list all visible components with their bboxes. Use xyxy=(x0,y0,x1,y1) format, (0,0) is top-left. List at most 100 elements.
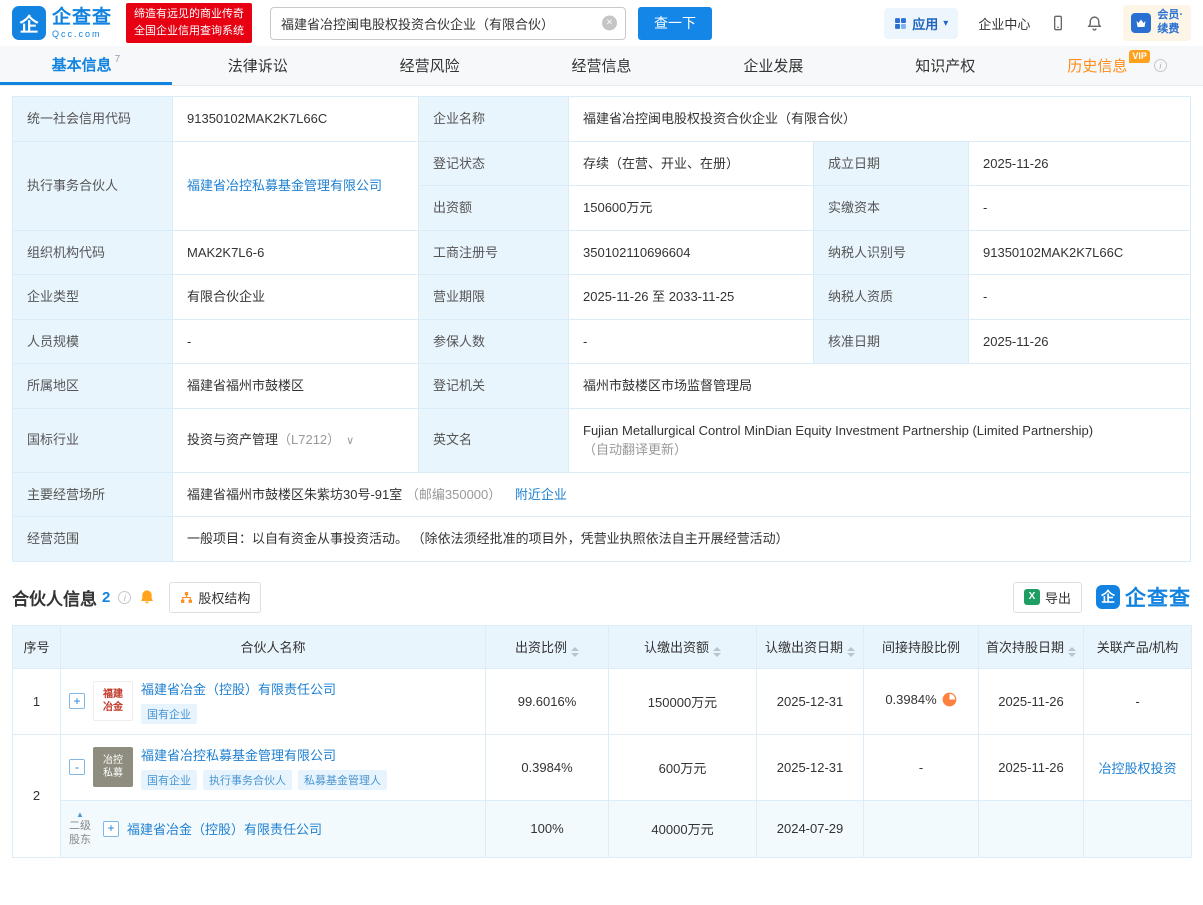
label-insured-count: 参保人数 xyxy=(419,319,569,364)
subrow-ratio: 100% xyxy=(486,800,609,858)
vip-crown-icon xyxy=(1131,13,1151,33)
partner-2-logo-line2: 私募 xyxy=(103,767,123,780)
label-approval-date: 核准日期 xyxy=(814,319,969,364)
clear-search-icon[interactable]: × xyxy=(602,16,617,31)
qcc-watermark-text: 企查查 xyxy=(1125,582,1191,612)
executive-partner-link[interactable]: 福建省冶控私募基金管理有限公司 xyxy=(187,178,382,193)
sort-icon[interactable] xyxy=(1068,647,1076,657)
search-input[interactable] xyxy=(270,7,626,40)
collapse-row-button[interactable]: - xyxy=(69,759,85,775)
excel-icon: X xyxy=(1024,589,1040,605)
tab-basic-info[interactable]: 基本信息 7 xyxy=(0,46,172,85)
related-product-link[interactable]: 冶控股权投资 xyxy=(1098,761,1176,776)
apps-menu-label: 应用 xyxy=(912,14,938,33)
tab-business-info-label: 经营信息 xyxy=(572,55,632,76)
value-taxpayer-id: 91350102MAK2K7L66C xyxy=(969,230,1191,275)
partner-2-product: 冶控股权投资 xyxy=(1084,734,1192,800)
org-chart-icon xyxy=(180,591,193,604)
partner-1-product: - xyxy=(1084,668,1192,734)
value-region: 福建省福州市鼓楼区 xyxy=(173,364,419,409)
value-staff-size: - xyxy=(173,319,419,364)
col-subscribed-amount-label: 认缴出资额 xyxy=(644,640,709,655)
collapse-arrow-icon: ▲ xyxy=(76,811,84,819)
tag-fund-manager: 私募基金管理人 xyxy=(298,770,387,790)
nearby-companies-link[interactable]: 附近企业 xyxy=(515,487,567,502)
partner-1-name-link[interactable]: 福建省冶金（控股）有限责任公司 xyxy=(141,679,336,698)
value-industry: 投资与资产管理（L7212）∨ xyxy=(173,408,419,472)
value-credit-code: 91350102MAK2K7L66C xyxy=(173,97,419,142)
equity-penetration-icon[interactable] xyxy=(942,692,957,710)
tab-intellectual-property[interactable]: 知识产权 xyxy=(859,46,1031,85)
apps-menu[interactable]: 应用 ▾ xyxy=(884,8,958,39)
top-header: 企 企查查 Qcc.com 缔造有远见的商业传奇 全国企业信用查询系统 × 查一… xyxy=(0,0,1203,46)
apps-grid-icon xyxy=(894,17,907,30)
tab-company-development[interactable]: 企业发展 xyxy=(687,46,859,85)
value-capital: 150600万元 xyxy=(569,186,814,231)
enterprise-center-link[interactable]: 企业中心 xyxy=(978,14,1030,33)
qcc-logo-cn: 企查查 xyxy=(52,8,112,27)
value-business-term: 2025-11-26 至 2033-11-25 xyxy=(569,275,814,320)
col-subscribe-date[interactable]: 认缴出资日期 xyxy=(757,625,864,668)
vip-renew-button[interactable]: 会员· 续费 xyxy=(1123,5,1191,41)
partner-2-first-date: 2025-11-26 xyxy=(979,734,1084,800)
expand-subrow-button[interactable]: + xyxy=(103,821,119,837)
value-org-code: MAK2K7L6-6 xyxy=(173,230,419,275)
sort-icon[interactable] xyxy=(713,647,721,657)
equity-structure-button[interactable]: 股权结构 xyxy=(169,582,261,613)
subrow-shareholder-link[interactable]: 福建省冶金（控股）有限责任公司 xyxy=(127,819,322,838)
tab-history-info[interactable]: 历史信息 VIP i xyxy=(1031,46,1203,85)
label-region: 所属地区 xyxy=(13,364,173,409)
collapse-second-level-control[interactable]: ▲ 二级 股东 xyxy=(69,811,91,848)
partners-alert-bell-icon[interactable] xyxy=(139,589,155,605)
sort-icon[interactable] xyxy=(571,647,579,657)
sort-icon[interactable] xyxy=(847,647,855,657)
notification-bell-icon[interactable] xyxy=(1086,15,1103,32)
search-area: × 查一下 xyxy=(270,7,712,40)
qcc-logo-icon: 企 xyxy=(12,6,46,40)
tag-state-owned: 国有企业 xyxy=(141,770,197,790)
section-tabs: 基本信息 7 法律诉讼 经营风险 经营信息 企业发展 知识产权 历史信息 VIP… xyxy=(0,46,1203,86)
value-english-name: Fujian Metallurgical Control MinDian Equ… xyxy=(569,408,1191,472)
partners-info-icon[interactable]: i xyxy=(118,591,131,604)
tab-legal-litigation[interactable]: 法律诉讼 xyxy=(172,46,344,85)
partners-header-right: X 导出 企 企查查 xyxy=(1013,582,1191,613)
export-button[interactable]: X 导出 xyxy=(1013,582,1082,613)
slogan-line-1: 缔造有远见的商业传奇 xyxy=(134,6,244,23)
col-seq: 序号 xyxy=(13,625,61,668)
value-registration-number: 350102110696604 xyxy=(569,230,814,275)
search-button[interactable]: 查一下 xyxy=(638,7,712,40)
qcc-watermark-icon: 企 xyxy=(1096,585,1120,609)
value-paid-capital: - xyxy=(969,186,1191,231)
label-executive-partner: 执行事务合伙人 xyxy=(13,141,173,230)
col-ratio[interactable]: 出资比例 xyxy=(486,625,609,668)
industry-expand-icon[interactable]: ∨ xyxy=(346,435,354,447)
value-company-name: 福建省冶控闽电股权投资合伙企业（有限合伙） xyxy=(569,97,1191,142)
qcc-logo[interactable]: 企 企查查 Qcc.com xyxy=(12,6,112,40)
value-company-type: 有限合伙企业 xyxy=(173,275,419,320)
col-subscribed-amount[interactable]: 认缴出资额 xyxy=(609,625,757,668)
label-registration-status: 登记状态 xyxy=(419,141,569,186)
tab-legal-litigation-label: 法律诉讼 xyxy=(228,55,288,76)
export-label: 导出 xyxy=(1045,588,1071,607)
partner-2-name-link[interactable]: 福建省冶控私募基金管理有限公司 xyxy=(141,745,387,764)
expand-row-button[interactable]: + xyxy=(69,693,85,709)
slogan-line-2: 全国企业信用查询系统 xyxy=(134,23,244,40)
history-info-icon[interactable]: i xyxy=(1154,59,1167,72)
label-industry: 国标行业 xyxy=(13,408,173,472)
value-executive-partner: 福建省冶控私募基金管理有限公司 xyxy=(173,141,419,230)
tab-operation-risk[interactable]: 经营风险 xyxy=(344,46,516,85)
empty-cell xyxy=(979,800,1084,858)
tab-business-info[interactable]: 经营信息 xyxy=(516,46,688,85)
label-establish-date: 成立日期 xyxy=(814,141,969,186)
value-registration-status: 存续（在营、开业、在册） xyxy=(569,141,814,186)
label-company-name: 企业名称 xyxy=(419,97,569,142)
label-business-term: 营业期限 xyxy=(419,275,569,320)
mobile-app-icon[interactable] xyxy=(1050,14,1066,32)
tag-state-owned: 国有企业 xyxy=(141,704,197,724)
col-first-hold-date[interactable]: 首次持股日期 xyxy=(979,625,1084,668)
qcc-logo-text: 企查查 Qcc.com xyxy=(52,8,112,39)
partner-1-ratio: 99.6016% xyxy=(486,668,609,734)
label-capital: 出资额 xyxy=(419,186,569,231)
partners-table-header-row: 序号 合伙人名称 出资比例 认缴出资额 认缴出资日期 间接持股比例 首次持股日期… xyxy=(13,625,1192,668)
chevron-down-icon: ▾ xyxy=(943,18,948,29)
